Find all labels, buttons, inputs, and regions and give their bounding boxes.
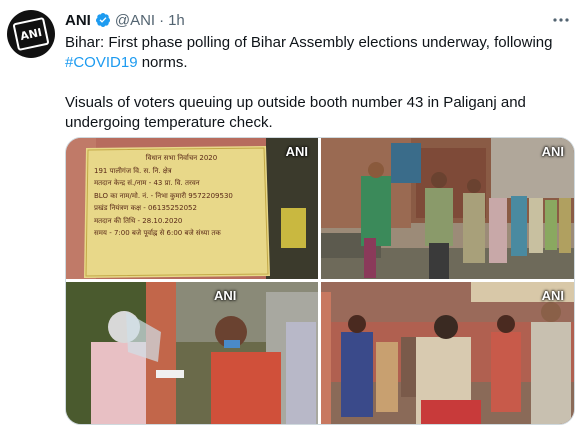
sign-line-5: प्रखंड नियंत्रण कक्ष - 06135252052 — [94, 204, 197, 212]
tweet-paragraph-2: Visuals of voters queuing up outside boo… — [65, 94, 526, 131]
tweet-paragraph-1: Bihar: First phase polling of Bihar Asse… — [65, 33, 570, 73]
avatar[interactable]: ANI — [7, 10, 55, 58]
sign-line-3: मतदान केन्द्र सं./नाम - 43 प्रा. वि. तरव… — [94, 179, 200, 187]
tweet-header: ANI @ANI · 1h — [65, 9, 185, 31]
hashtag-link[interactable]: #COVID19 — [65, 54, 138, 71]
photo-booth-sign[interactable]: विधान सभा निर्वाचन 2020 191 पालीगंज वि. … — [66, 138, 318, 279]
booth-line-photo-illustration — [321, 282, 574, 424]
media-grid: विधान सभा निर्वाचन 2020 191 पालीगंज वि. … — [65, 137, 575, 425]
photo-booth-line[interactable]: ANI — [321, 282, 574, 424]
voters-queue-photo-illustration — [321, 138, 574, 279]
verified-badge-icon — [95, 13, 110, 27]
tweet-text-part: norms. — [137, 54, 188, 71]
sign-line-1: विधान सभा निर्वाचन 2020 — [145, 154, 218, 162]
account-name[interactable]: ANI — [65, 12, 91, 29]
account-handle[interactable]: @ANI — [115, 12, 155, 29]
ani-logo: ANI — [12, 16, 50, 52]
sign-line-7: समय - 7:00 बजे पूर्वाह्न से 6:00 बजे संध… — [94, 229, 221, 237]
sign-line-4: BLO का नाम/मो. नं. - निभा कुमारी 9572209… — [94, 191, 233, 200]
tweet-timestamp[interactable]: 1h — [168, 12, 185, 29]
sign-line-6: मतदान की तिथि - 28.10.2020 — [94, 216, 183, 225]
photo-temperature-check[interactable]: ANI — [66, 282, 318, 424]
sign-line-2: 191 पालीगंज वि. स. नि. क्षेत्र — [94, 166, 172, 175]
tweet-text: Bihar: First phase polling of Bihar Asse… — [65, 33, 570, 133]
tweet-text-part: Bihar: First phase polling of Bihar Asse… — [65, 34, 553, 51]
more-options-icon[interactable] — [551, 12, 571, 28]
ani-watermark: ANI — [214, 288, 237, 303]
ani-watermark: ANI — [285, 144, 308, 159]
temperature-check-photo-illustration — [66, 282, 318, 424]
separator-dot: · — [159, 11, 165, 29]
ani-watermark: ANI — [541, 288, 564, 303]
photo-voters-queue[interactable]: ANI — [321, 138, 574, 279]
ani-watermark: ANI — [541, 144, 564, 159]
